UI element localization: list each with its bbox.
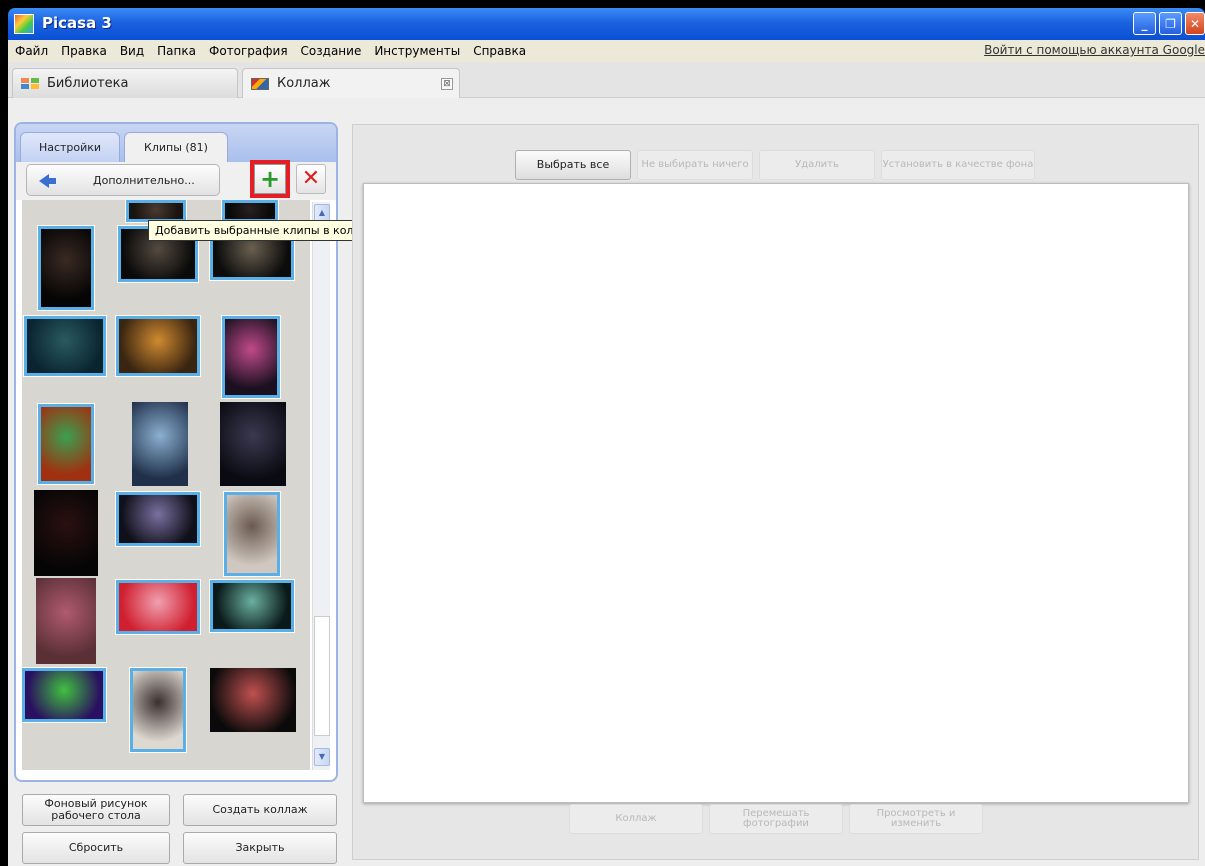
picasa-app-icon xyxy=(14,14,34,34)
scrollbar-thumb[interactable] xyxy=(314,616,330,736)
set-as-background-button[interactable]: Установить в качестве фона xyxy=(881,150,1035,180)
tab-close-icon[interactable]: ⊠ xyxy=(441,78,453,90)
minimize-button[interactable]: _ xyxy=(1133,12,1156,35)
concert-photo-thumbnail[interactable] xyxy=(126,200,186,222)
tab-library-label: Библиотека xyxy=(47,76,129,91)
select-all-button[interactable]: Выбрать все xyxy=(515,150,631,180)
view-edit-button[interactable]: Просмотреть и изменить xyxy=(849,804,983,834)
menu-folder[interactable]: Папка xyxy=(150,44,202,58)
concert-photo-thumbnail[interactable] xyxy=(34,490,98,576)
concert-photo-thumbnail[interactable] xyxy=(222,200,278,222)
menu-file[interactable]: Файл xyxy=(8,44,54,58)
concert-photo-thumbnail[interactable] xyxy=(116,492,200,546)
restore-button[interactable]: ❐ xyxy=(1159,12,1182,35)
concert-photo-thumbnail[interactable] xyxy=(130,668,186,752)
close-button[interactable]: Закрыть xyxy=(183,832,337,864)
concert-photo-thumbnail[interactable] xyxy=(220,402,286,486)
remove-clips-button[interactable]: ✕ xyxy=(296,164,326,194)
concert-photo-thumbnail[interactable] xyxy=(222,316,280,398)
concert-photo-thumbnail[interactable] xyxy=(38,404,94,484)
tab-library[interactable]: Библиотека xyxy=(12,68,238,98)
clips-scrollbar[interactable]: ▲ ▼ xyxy=(312,202,330,770)
concert-photo-thumbnail[interactable] xyxy=(36,578,96,664)
clips-grid xyxy=(22,200,310,770)
tab-collage[interactable]: Коллаж ⊠ xyxy=(242,68,460,98)
tab-collage-label: Коллаж xyxy=(277,76,331,91)
close-window-button[interactable]: ✕ xyxy=(1185,12,1205,35)
concert-photo-thumbnail[interactable] xyxy=(22,668,106,722)
reset-button[interactable]: Сбросить xyxy=(22,832,170,864)
window-title: Picasa 3 xyxy=(42,14,112,32)
more-button[interactable]: Дополнительно... xyxy=(26,164,220,196)
concert-photo-thumbnail[interactable] xyxy=(38,226,94,310)
panel-tab-header: Настройки Клипы (81) xyxy=(16,124,336,162)
scroll-down-icon[interactable]: ▼ xyxy=(314,748,330,766)
concert-photo-thumbnail[interactable] xyxy=(24,316,106,376)
menu-tools[interactable]: Инструменты xyxy=(367,44,466,58)
concert-photo-thumbnail[interactable] xyxy=(210,668,296,732)
add-clips-button[interactable]: + xyxy=(254,164,286,194)
tab-clips[interactable]: Клипы (81) xyxy=(124,132,228,162)
menu-photo[interactable]: Фотография xyxy=(202,44,294,58)
menu-view[interactable]: Вид xyxy=(113,44,150,58)
menu-edit[interactable]: Правка xyxy=(54,44,113,58)
google-sign-in-link[interactable]: Войти с помощью аккаунта Google xyxy=(984,43,1205,57)
concert-photo-thumbnail[interactable] xyxy=(116,580,200,634)
concert-photo-thumbnail[interactable] xyxy=(132,402,188,486)
menu-create[interactable]: Создание xyxy=(294,44,368,58)
collage-canvas[interactable] xyxy=(363,183,1189,803)
desktop-background-button[interactable]: Фоновый рисунок рабочего стола xyxy=(22,794,170,826)
title-bar: Picasa 3 _ ❐ ✕ xyxy=(8,8,1205,40)
tab-settings[interactable]: Настройки xyxy=(20,132,120,162)
collage-icon xyxy=(251,77,269,90)
add-clips-tooltip: Добавить выбранные клипы в коллаж xyxy=(148,220,385,241)
clips-toolbar: Дополнительно... + ✕ xyxy=(16,160,336,200)
add-clips-highlight: + xyxy=(250,160,290,198)
more-button-label: Дополнительно... xyxy=(93,173,195,187)
menu-bar: Файл Правка Вид Папка Фотография Создани… xyxy=(8,40,1205,62)
create-collage-button[interactable]: Создать коллаж xyxy=(183,794,337,826)
collage-button[interactable]: Коллаж xyxy=(569,804,703,834)
collage-editor: Выбрать все Не выбирать ничего Удалить У… xyxy=(352,124,1199,860)
concert-photo-thumbnail[interactable] xyxy=(116,316,200,376)
menu-help[interactable]: Справка xyxy=(466,44,532,58)
library-icon xyxy=(21,77,39,90)
delete-button[interactable]: Удалить xyxy=(759,150,875,180)
shuffle-photos-button[interactable]: Перемешать фотографии xyxy=(709,804,843,834)
select-none-button[interactable]: Не выбирать ничего xyxy=(637,150,753,180)
concert-photo-thumbnail[interactable] xyxy=(210,580,294,632)
back-arrow-icon xyxy=(39,174,56,188)
document-tab-strip: Библиотека Коллаж ⊠ xyxy=(8,62,1205,98)
main-area: Библиотека Коллаж ⊠ Настройки Клипы (81)… xyxy=(8,62,1205,866)
concert-photo-thumbnail[interactable] xyxy=(224,492,280,576)
